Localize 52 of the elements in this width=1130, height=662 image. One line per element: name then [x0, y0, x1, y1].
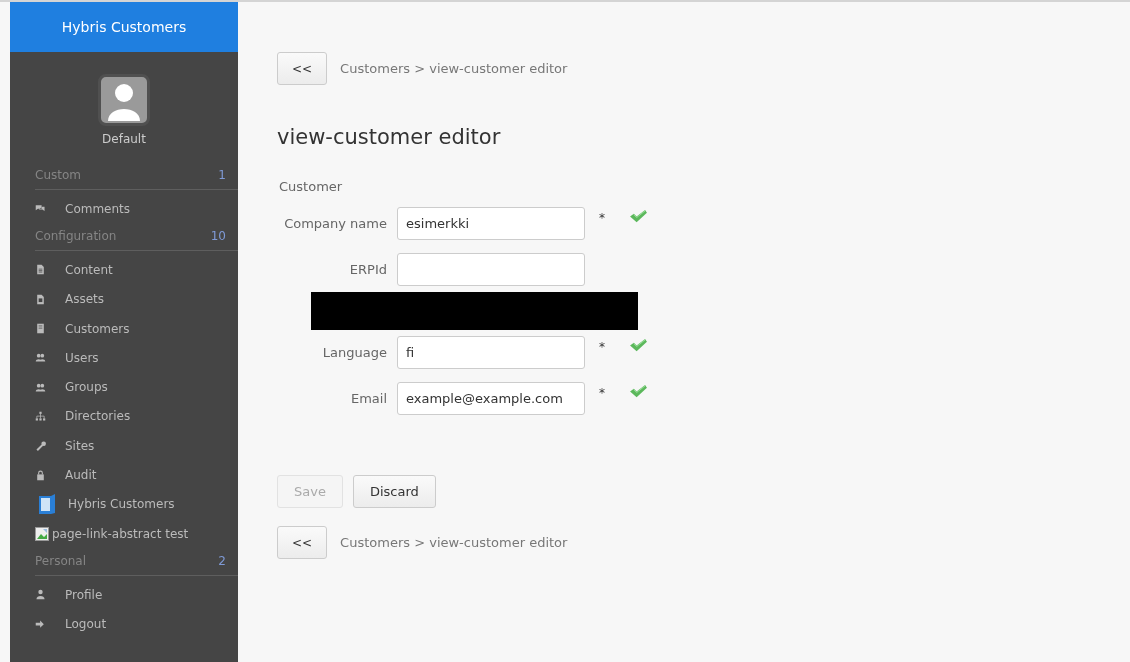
nav-link[interactable]: Logout [65, 617, 107, 632]
text-field[interactable]: example@example.com [397, 382, 585, 415]
back-button[interactable]: << [277, 52, 328, 85]
nav-link[interactable]: Content [65, 262, 113, 277]
page-title: view-customer editor [277, 125, 502, 149]
text-field[interactable]: esimerkki [397, 207, 585, 240]
breadcrumb: Customers > view-customer editor [340, 61, 568, 76]
broken-image-icon [35, 526, 49, 541]
nav-link[interactable]: Sites [65, 438, 95, 453]
nav-link[interactable]: Groups [65, 380, 108, 395]
breadcrumb: Customers > view-customer editor [340, 535, 568, 550]
field-label: Language [321, 345, 387, 360]
required-mark: * [598, 210, 606, 225]
nav-link[interactable]: page-link-abstract test [52, 526, 189, 541]
required-mark: * [598, 339, 606, 354]
users-icon [35, 381, 46, 393]
wrench-icon [35, 440, 46, 452]
section-label: Customer [279, 179, 344, 194]
hierarchy-icon [35, 410, 46, 422]
text-field[interactable] [397, 253, 585, 286]
image-file-icon [35, 293, 46, 305]
user-icon [35, 589, 46, 601]
nav-link[interactable]: Comments [65, 201, 131, 216]
book-icon [35, 323, 46, 335]
nav-link[interactable]: Hybris Customers [68, 497, 175, 512]
nav-link[interactable]: Audit [65, 468, 97, 482]
nav-link[interactable]: Customers [65, 321, 130, 336]
field-label: ERPId [348, 262, 387, 277]
logout-icon [35, 618, 46, 630]
text-field[interactable]: fi [397, 336, 585, 369]
section-heading: Configuration [35, 229, 117, 244]
back-button[interactable]: << [277, 526, 328, 559]
document-image-icon [38, 493, 56, 516]
field-label: Company name [283, 216, 387, 231]
document-icon [35, 264, 46, 276]
nav-link[interactable]: Users [65, 350, 99, 365]
users-icon [35, 352, 46, 364]
section-heading: Custom [35, 168, 81, 182]
required-mark: * [598, 385, 606, 400]
nav-link[interactable]: Assets [65, 292, 105, 307]
lock-icon [35, 469, 46, 481]
section-heading: Personal [35, 554, 86, 569]
nav-link[interactable]: Profile [65, 587, 103, 602]
field-label: Email [349, 391, 387, 406]
discard-button[interactable]: Discard [352, 475, 436, 508]
app-title: Hybris Customers [10, 2, 238, 52]
user-name: Default [102, 132, 146, 146]
section-count: 2 [218, 554, 226, 569]
section-count: 1 [218, 168, 226, 182]
nav-link[interactable]: Directories [65, 409, 131, 424]
section-count: 10 [210, 229, 226, 244]
avatar-icon [98, 74, 150, 126]
